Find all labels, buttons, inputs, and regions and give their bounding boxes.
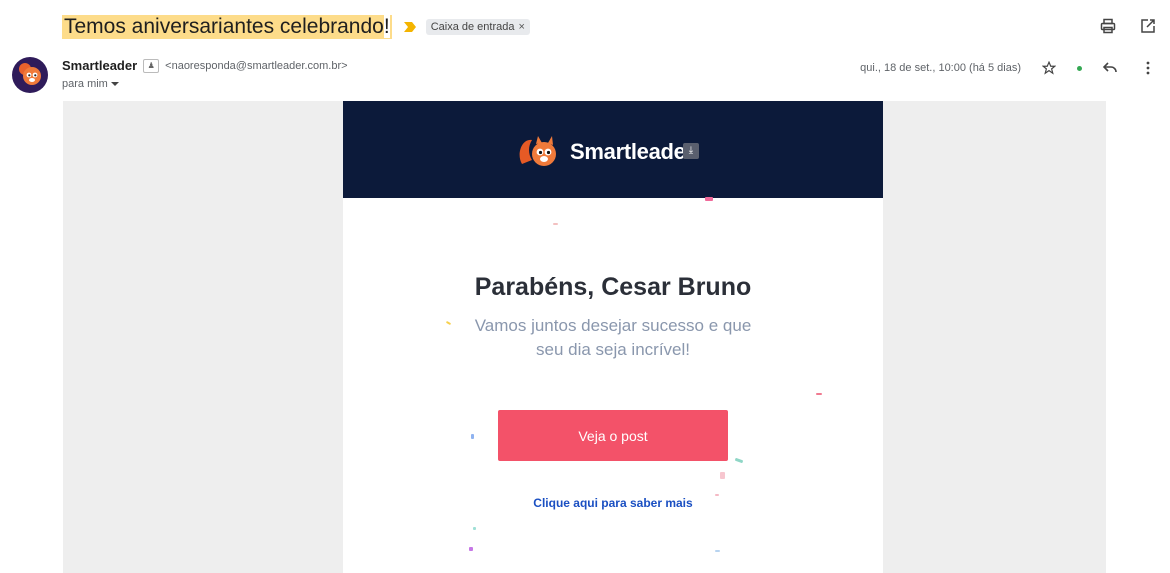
brand-name: Smartleader [570, 139, 694, 164]
print-icon[interactable] [1098, 16, 1118, 36]
email-card: Smartleader ⤓ Parabéns, Cesar Bruno Vamo… [343, 101, 883, 573]
sender-email: <naoresponda@smartleader.com.br> [165, 59, 348, 72]
confetti-piece [445, 320, 452, 326]
confetti-piece [734, 457, 744, 464]
confetti-piece [720, 472, 725, 479]
top-actions [1098, 16, 1158, 36]
brand-logo: Smartleader [518, 134, 694, 170]
reply-icon[interactable] [1100, 58, 1120, 78]
label-text: Caixa de entrada [430, 21, 515, 33]
confetti-piece [473, 527, 476, 530]
recipient-details-toggle[interactable]: para mim [62, 78, 119, 90]
recipient-label: para mim [62, 78, 108, 90]
confetti-piece [705, 197, 713, 201]
confetti-piece [553, 223, 558, 225]
avatar[interactable] [12, 57, 48, 93]
greeting-subtitle: Vamos juntos desejar sucesso e que seu d… [474, 316, 752, 359]
importance-marker-icon[interactable] [403, 22, 416, 32]
squirrel-logo-icon [519, 136, 556, 166]
confetti-piece [816, 393, 822, 395]
presence-indicator [1077, 65, 1082, 71]
message-meta: qui., 18 de set., 10:00 (há 5 dias) [860, 58, 1158, 78]
email-header-banner: Smartleader ⤓ [343, 101, 883, 198]
confetti-piece [715, 494, 719, 496]
message-date: qui., 18 de set., 10:00 (há 5 dias) [860, 62, 1021, 74]
confetti-piece [715, 550, 720, 552]
confetti-piece [469, 547, 473, 551]
open-in-new-icon[interactable] [1138, 16, 1158, 36]
chevron-down-icon [110, 82, 119, 86]
learn-more-link[interactable]: Clique aqui para saber mais [343, 496, 883, 510]
inbox-label-chip: Caixa de entrada × [425, 19, 530, 35]
remove-label-icon[interactable]: × [518, 21, 524, 33]
email-subject: Temos aniversariantes celebrando! [62, 15, 392, 39]
download-icon[interactable]: ⤓ [683, 143, 699, 159]
star-icon[interactable] [1039, 58, 1059, 78]
sender-line: Smartleader ♟ <naoresponda@smartleader.c… [62, 58, 348, 73]
view-post-button[interactable]: Veja o post [498, 410, 728, 461]
more-vert-icon[interactable] [1138, 58, 1158, 78]
confetti-piece [471, 434, 474, 439]
sender-name[interactable]: Smartleader [62, 58, 137, 73]
contact-card-icon[interactable]: ♟ [143, 58, 160, 73]
subject-row: Temos aniversariantes celebrando! Caixa … [62, 14, 530, 40]
greeting-title: Parabéns, Cesar Bruno [474, 273, 752, 301]
